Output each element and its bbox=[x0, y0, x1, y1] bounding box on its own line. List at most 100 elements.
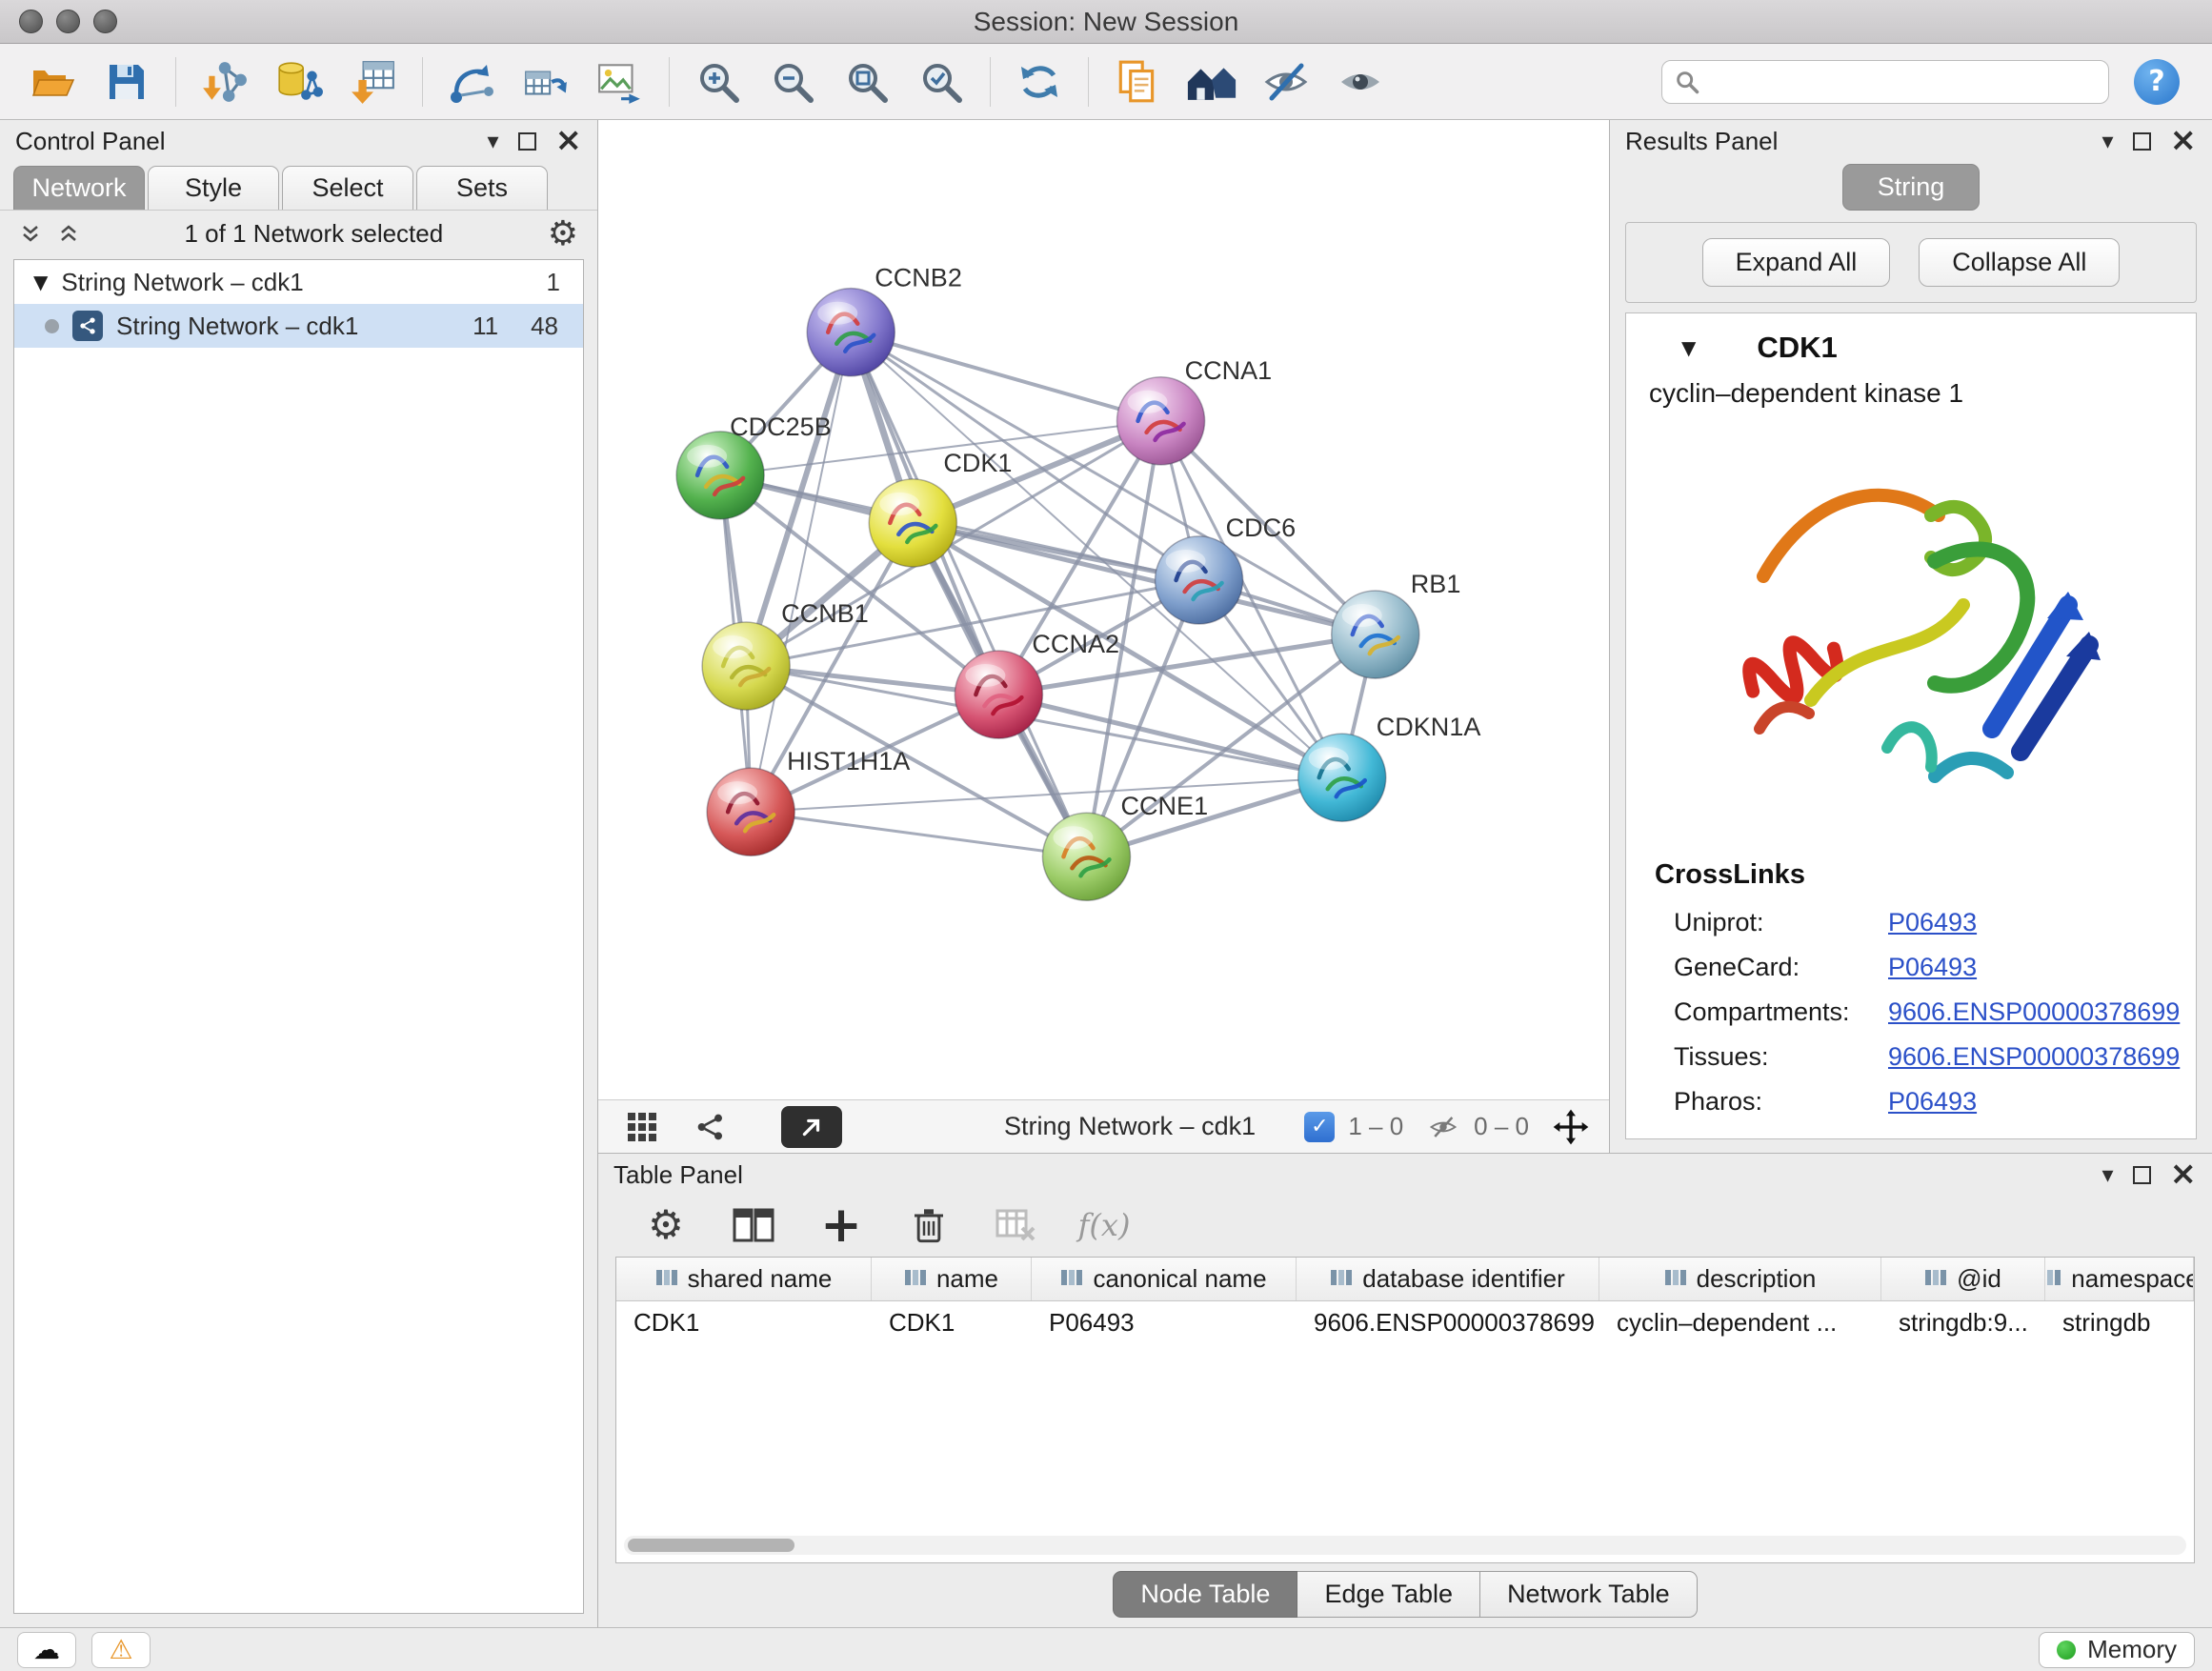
panel-collapse-icon[interactable]: ▾ bbox=[2101, 1163, 2113, 1186]
import-network-database-button[interactable] bbox=[262, 50, 336, 113]
function-builder-button[interactable]: f(x) bbox=[1078, 1201, 1130, 1249]
column-header-label: database identifier bbox=[1362, 1264, 1564, 1294]
selected-checkbox[interactable]: ✓ bbox=[1304, 1112, 1335, 1142]
delete-column-button[interactable] bbox=[903, 1201, 955, 1249]
network-row-selected[interactable]: String Network – cdk1 11 48 bbox=[14, 304, 583, 348]
diagonal-arrow-icon bbox=[799, 1115, 824, 1139]
table-row[interactable]: CDK1CDK1P064939606.ENSP00000378699cyclin… bbox=[616, 1301, 2194, 1343]
gear-icon[interactable]: ⚙ bbox=[548, 217, 578, 252]
expand-all-button[interactable]: Expand All bbox=[1702, 238, 1891, 287]
tab-string[interactable]: String bbox=[1842, 164, 1981, 211]
crosslink-link[interactable]: 9606.ENSP00000378699 bbox=[1888, 1042, 2180, 1072]
import-network-file-button[interactable] bbox=[188, 50, 262, 113]
collapse-all-button[interactable]: Collapse All bbox=[1919, 238, 2120, 287]
tab-network[interactable]: Network bbox=[13, 166, 145, 210]
window-close-button[interactable] bbox=[19, 10, 43, 33]
crosslink-link[interactable]: P06493 bbox=[1888, 1087, 1977, 1117]
birdseye-view-button[interactable] bbox=[617, 1105, 667, 1149]
network-edge-CCNB2-CCNA1[interactable] bbox=[851, 332, 1160, 421]
crosslink-link[interactable]: 9606.ENSP00000378699 bbox=[1888, 997, 2180, 1027]
collapse-all-icon[interactable] bbox=[57, 223, 80, 246]
expand-all-icon[interactable] bbox=[19, 223, 42, 246]
show-columns-button[interactable] bbox=[728, 1201, 779, 1249]
network-share-button[interactable] bbox=[686, 1105, 735, 1149]
column-header-description[interactable]: description bbox=[1599, 1258, 1881, 1300]
column-header-database-identifier[interactable]: database identifier bbox=[1297, 1258, 1599, 1300]
table-cell[interactable]: stringdb bbox=[2045, 1301, 2194, 1343]
memory-button[interactable]: Memory bbox=[2039, 1632, 2195, 1668]
search-input[interactable] bbox=[1710, 67, 2097, 96]
table-settings-button[interactable]: ⚙ bbox=[640, 1201, 692, 1249]
zoom-out-button[interactable] bbox=[755, 50, 830, 113]
column-type-icon bbox=[1924, 1264, 1947, 1294]
clone-network-icon bbox=[519, 58, 573, 106]
zoom-fit-button[interactable] bbox=[830, 50, 904, 113]
export-image-button[interactable] bbox=[583, 50, 657, 113]
panel-close-icon[interactable]: × bbox=[2170, 1161, 2198, 1187]
tab-select[interactable]: Select bbox=[282, 166, 413, 210]
table-cell[interactable]: P06493 bbox=[1032, 1301, 1297, 1343]
scrollbar-thumb[interactable] bbox=[628, 1539, 794, 1552]
panel-float-icon[interactable] bbox=[2133, 1166, 2151, 1184]
section-expanded-icon[interactable]: ▼ bbox=[1681, 336, 1696, 359]
panel-collapse-icon[interactable]: ▾ bbox=[2101, 130, 2113, 152]
hidden-eye-slash-icon[interactable] bbox=[1426, 1113, 1460, 1141]
window-minimize-button[interactable] bbox=[56, 10, 80, 33]
network-edge-CCNB2-HIST1H1A[interactable] bbox=[751, 332, 851, 812]
panel-float-icon[interactable] bbox=[518, 132, 536, 151]
import-table-button[interactable] bbox=[336, 50, 411, 113]
new-network-button[interactable] bbox=[434, 50, 509, 113]
column-header-name[interactable]: name bbox=[872, 1258, 1032, 1300]
table-cell[interactable]: stringdb:9... bbox=[1881, 1301, 2045, 1343]
pan-move-icon[interactable] bbox=[1552, 1108, 1590, 1146]
column-header-namespace[interactable]: namespace bbox=[2045, 1258, 2194, 1300]
table-tabs: Node TableEdge TableNetwork Table bbox=[598, 1563, 2212, 1627]
refresh-button[interactable] bbox=[1002, 50, 1076, 113]
tab-sets[interactable]: Sets bbox=[416, 166, 548, 210]
table-cell[interactable]: CDK1 bbox=[872, 1301, 1032, 1343]
tree-expanded-icon[interactable]: ▼ bbox=[33, 271, 48, 293]
open-session-button[interactable] bbox=[15, 50, 90, 113]
tab-style[interactable]: Style bbox=[148, 166, 279, 210]
detach-view-button[interactable] bbox=[781, 1106, 842, 1148]
tab-edge-table[interactable]: Edge Table bbox=[1297, 1571, 1480, 1618]
add-column-button[interactable]: + bbox=[815, 1201, 867, 1249]
graphics-details-button[interactable] bbox=[1323, 50, 1398, 113]
zoom-in-button[interactable] bbox=[681, 50, 755, 113]
warnings-button[interactable]: ⚠ bbox=[91, 1632, 151, 1668]
network-edge-CCNE1-HIST1H1A[interactable] bbox=[751, 812, 1086, 856]
zoom-selected-button[interactable] bbox=[904, 50, 978, 113]
crosslink-label: Tissues: bbox=[1674, 1042, 1888, 1072]
network-canvas[interactable]: CCNB2CCNA1CDC25BCDK1CDC6RB1CCNB1CCNA2CDK… bbox=[598, 120, 1609, 1099]
crosslink-link[interactable]: P06493 bbox=[1888, 953, 1977, 982]
hide-unhide-button[interactable] bbox=[1249, 50, 1323, 113]
panel-close-icon[interactable]: × bbox=[555, 128, 583, 153]
window-zoom-button[interactable] bbox=[93, 10, 117, 33]
table-cell[interactable]: CDK1 bbox=[616, 1301, 872, 1343]
horizontal-scrollbar[interactable] bbox=[624, 1536, 2186, 1555]
table-cell[interactable]: cyclin–dependent ... bbox=[1599, 1301, 1881, 1343]
import-table-icon bbox=[348, 58, 399, 106]
panel-collapse-icon[interactable]: ▾ bbox=[487, 130, 498, 152]
copy-document-button[interactable] bbox=[1100, 50, 1175, 113]
home-networks-button[interactable] bbox=[1175, 50, 1249, 113]
help-button[interactable]: ? bbox=[2134, 59, 2180, 105]
network-collection-row[interactable]: ▼ String Network – cdk1 1 bbox=[14, 260, 583, 304]
crosslink-link[interactable]: P06493 bbox=[1888, 908, 1977, 937]
table-cell[interactable]: 9606.ENSP00000378699 bbox=[1297, 1301, 1599, 1343]
network-edge-CCNB2-CCNE1[interactable] bbox=[851, 332, 1086, 857]
column-header-@id[interactable]: @id bbox=[1881, 1258, 2045, 1300]
cdk1-section-header[interactable]: ▼ CDK1 bbox=[1626, 313, 2196, 372]
column-header-canonical-name[interactable]: canonical name bbox=[1032, 1258, 1297, 1300]
cloud-button[interactable]: ☁ bbox=[17, 1632, 76, 1668]
clone-network-button[interactable] bbox=[509, 50, 583, 113]
table-panel-header: Table Panel ▾ × bbox=[598, 1154, 2212, 1196]
tab-network-table[interactable]: Network Table bbox=[1480, 1571, 1698, 1618]
panel-float-icon[interactable] bbox=[2133, 132, 2151, 151]
table-panel-title: Table Panel bbox=[613, 1160, 743, 1190]
crosslinks-title: CrossLinks bbox=[1626, 827, 2196, 900]
save-session-button[interactable] bbox=[90, 50, 164, 113]
column-header-shared-name[interactable]: shared name bbox=[616, 1258, 872, 1300]
panel-close-icon[interactable]: × bbox=[2170, 128, 2198, 153]
tab-node-table[interactable]: Node Table bbox=[1113, 1571, 1297, 1618]
